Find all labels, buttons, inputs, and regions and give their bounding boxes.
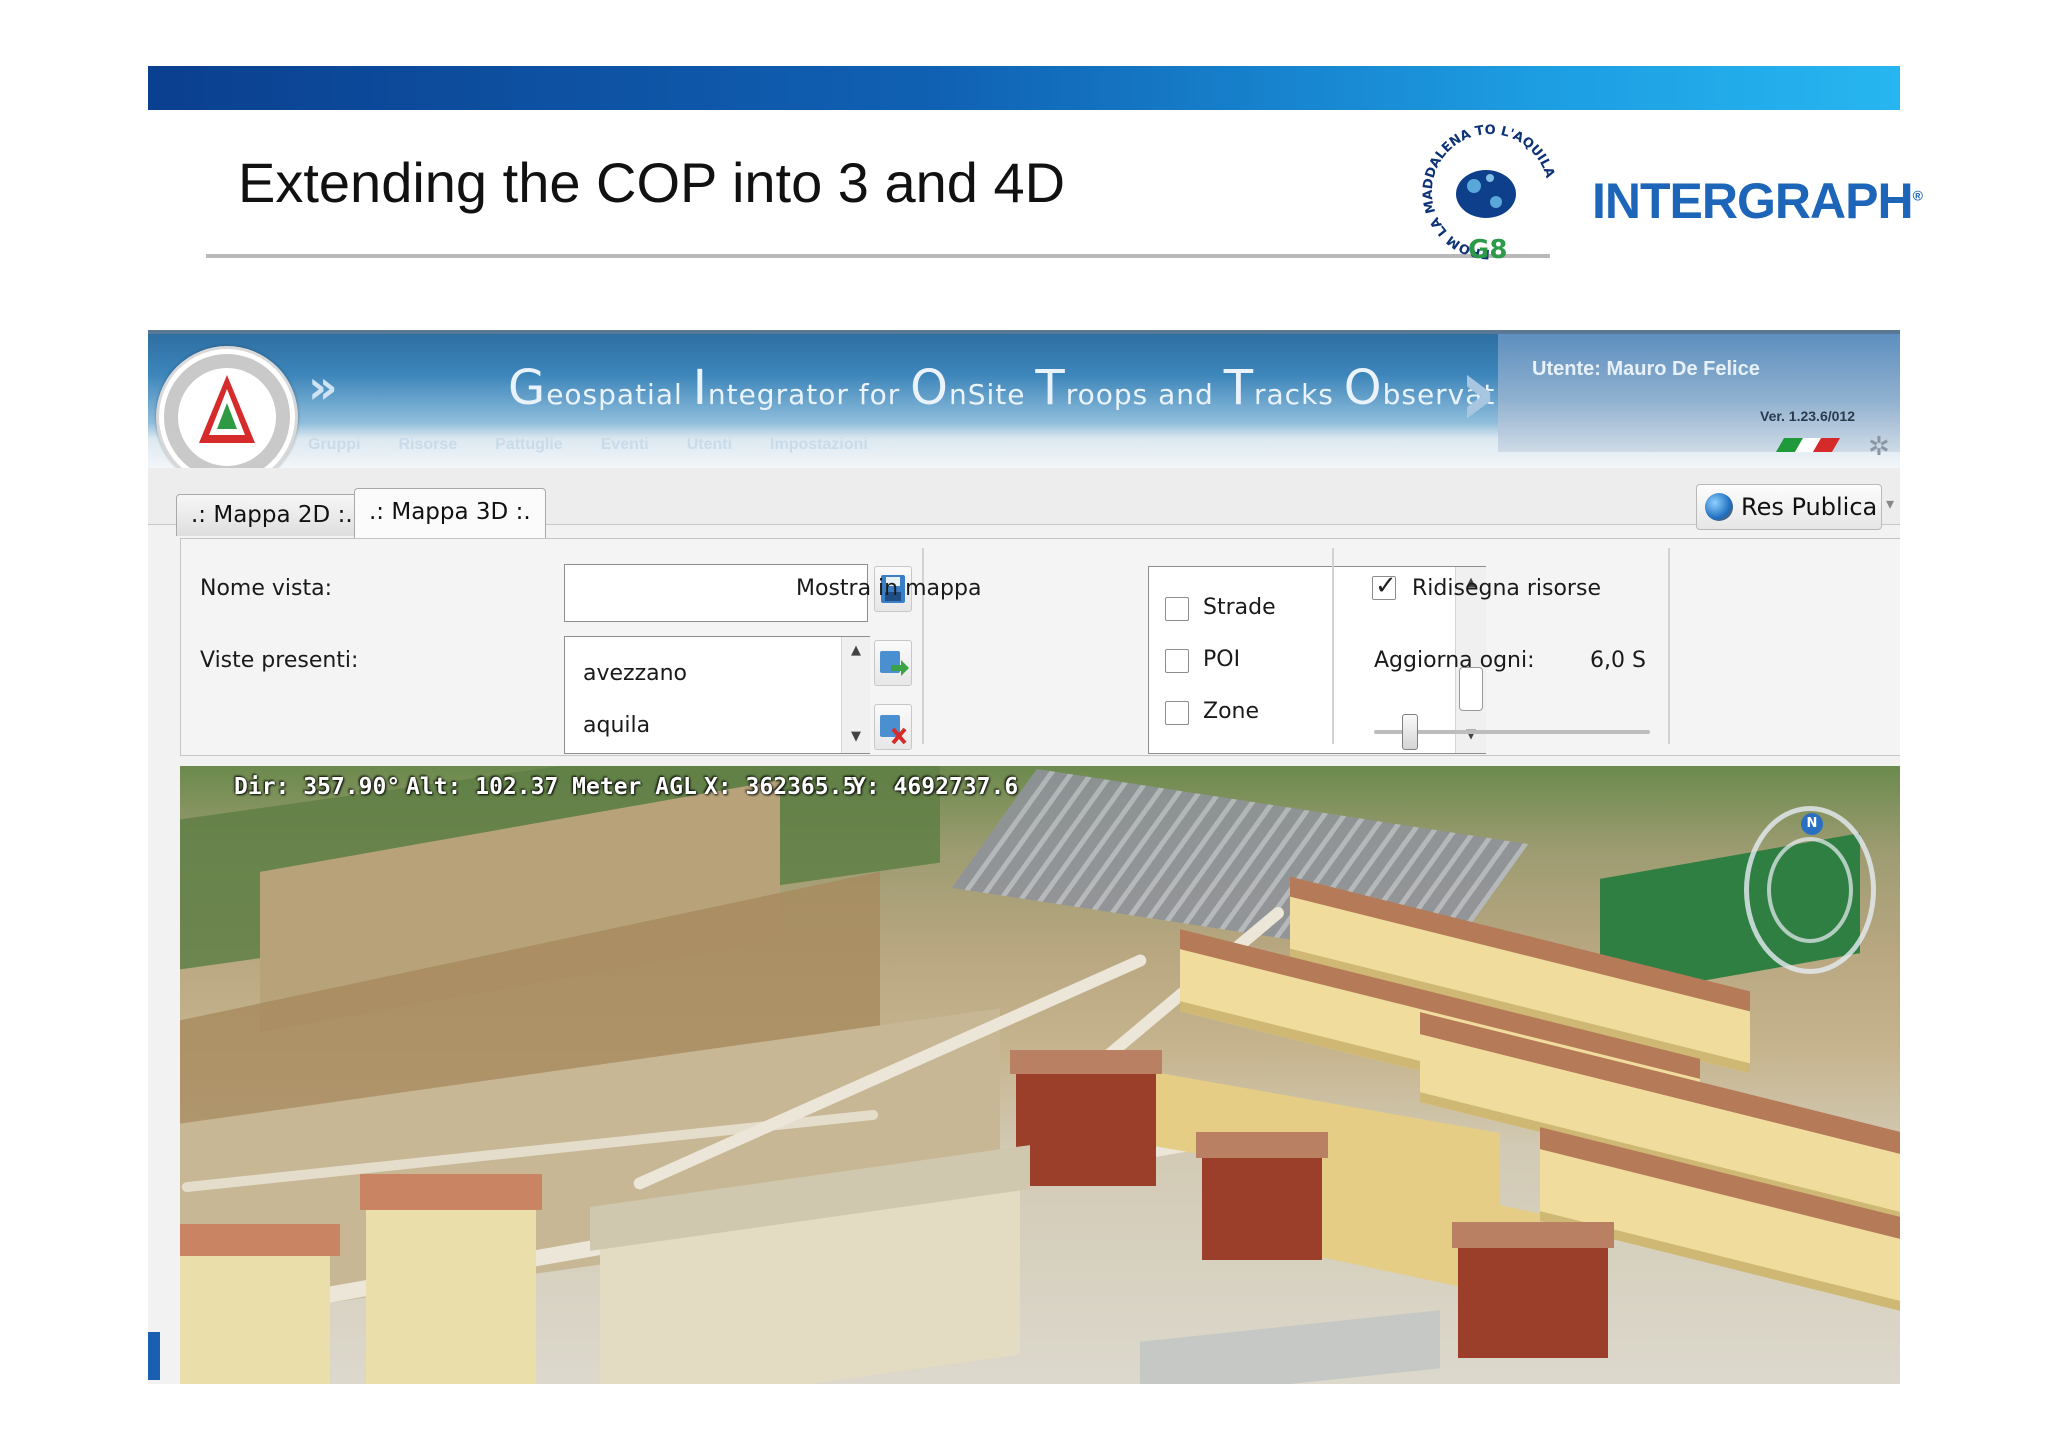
panel-separator: [1668, 548, 1670, 744]
building-roof: [180, 1224, 340, 1256]
res-publica-label: Res Publica: [1741, 493, 1878, 521]
title-cap: I: [692, 360, 708, 416]
layer-label: Zone: [1203, 699, 1260, 724]
brick-building: [1016, 1066, 1156, 1186]
viste-presenti-label: Viste presenti:: [200, 648, 359, 673]
load-view-icon: [880, 651, 909, 676]
load-view-button[interactable]: [874, 640, 912, 686]
tab-mappa-2d[interactable]: .: Mappa 2D :.: [176, 494, 368, 536]
delete-view-button[interactable]: [874, 704, 912, 750]
aggiorna-ogni-value: 6,0 S: [1590, 648, 1646, 673]
direction-readout: Dir: 357.90°: [234, 774, 401, 800]
main-menu: Gruppi Risorse Pattuglie Eventi Utenti I…: [308, 436, 868, 458]
title-cap: T: [1035, 360, 1066, 416]
apartment-building: [366, 1198, 536, 1384]
intergraph-registered-mark: ®: [1912, 187, 1923, 204]
menu-item[interactable]: Eventi: [601, 436, 649, 458]
scroll-thumb[interactable]: [1459, 667, 1483, 711]
emblem-icon: [164, 354, 290, 480]
chevron-down-icon[interactable]: ▾: [1886, 494, 1894, 513]
compass-north-icon[interactable]: N: [1801, 813, 1823, 835]
building-roof: [1196, 1132, 1328, 1158]
g8-label: G8: [1468, 235, 1507, 264]
building-roof: [1010, 1050, 1162, 1074]
slide-footer-accent: [148, 1332, 160, 1380]
ridisegna-risorse-checkbox[interactable]: ✓: [1372, 571, 1397, 601]
layer-label: POI: [1203, 647, 1241, 672]
title-cap: O: [910, 360, 949, 416]
altitude-readout: Alt: 102.37 Meter AGL: [406, 774, 697, 800]
zone-checkbox[interactable]: [1165, 701, 1189, 725]
title-rest: nSite: [948, 378, 1036, 411]
menu-item[interactable]: Gruppi: [308, 436, 360, 458]
aggiorna-slider-thumb[interactable]: [1401, 714, 1418, 750]
settings-icon[interactable]: ✲: [1868, 432, 1890, 462]
slide-title: Extending the COP into 3 and 4D: [238, 151, 1066, 214]
building-block: [1140, 1310, 1440, 1384]
mostra-in-mappa-label: Mostra in mappa: [796, 576, 982, 601]
app-title: Geospatial Integrator for OnSite Troops …: [508, 360, 1541, 416]
ridisegna-risorse-label: Ridisegna risorse: [1412, 576, 1601, 601]
panel-separator: [1332, 548, 1334, 744]
double-chevron-icon: »: [308, 360, 338, 414]
checkmark-icon: ✓: [1375, 571, 1397, 601]
viste-presenti-list[interactable]: avezzano aquila ▲ ▼: [564, 636, 870, 754]
res-publica-button[interactable]: Res Publica: [1696, 484, 1882, 530]
intergraph-logo: INTERGRAPH®: [1592, 172, 1923, 230]
tab-mappa-3d[interactable]: .: Mappa 3D :.: [354, 488, 546, 538]
brick-building: [1202, 1150, 1322, 1260]
delete-view-icon: [880, 715, 907, 745]
title-cap: T: [1223, 360, 1255, 416]
title-rest: eospatial: [546, 378, 693, 411]
italian-flag-icon: [1775, 438, 1841, 452]
compass-ring: [1767, 837, 1853, 943]
building-roof: [360, 1174, 542, 1210]
globe-icon: [1705, 493, 1733, 521]
user-name: Utente: Mauro De Felice: [1532, 358, 1760, 380]
brick-building: [1458, 1240, 1608, 1358]
title-rest: ntegrator for: [707, 378, 911, 411]
poi-checkbox[interactable]: [1165, 649, 1189, 673]
version-label: Ver. 1.23.6/012: [1760, 408, 1855, 424]
user-panel: [1498, 334, 1900, 452]
menu-item[interactable]: Utenti: [687, 436, 732, 458]
slide-header-bar: [148, 66, 1900, 110]
x-coordinate-readout: X: 362365.5: [704, 774, 857, 800]
title-rest: roops and: [1065, 378, 1224, 411]
list-item[interactable]: aquila: [583, 713, 650, 738]
g8-summit-logo: FROM LA MADDALENA TO L'AQUILA G8: [1421, 123, 1557, 264]
building-roof: [1452, 1222, 1614, 1248]
protezione-civile-emblem: [156, 346, 298, 488]
map-3d-view[interactable]: Dir: 357.90° Alt: 102.37 Meter AGL X: 36…: [180, 766, 1900, 1384]
scroll-up-icon[interactable]: ▲: [844, 643, 868, 658]
list-item[interactable]: avezzano: [583, 661, 687, 686]
aggiorna-ogni-label: Aggiorna ogni:: [1374, 648, 1535, 673]
intergraph-wordmark: INTERGRAPH: [1592, 173, 1914, 229]
view-control-panel: [180, 538, 1900, 756]
scroll-down-icon[interactable]: ▼: [844, 729, 868, 744]
apartment-building: [180, 1246, 330, 1384]
y-coordinate-readout: Y: 4692737.6: [852, 774, 1019, 800]
layer-label: Strade: [1203, 595, 1276, 620]
nome-vista-label: Nome vista:: [200, 576, 332, 601]
viste-scrollbar[interactable]: ▲ ▼: [841, 637, 870, 753]
compass-navigation[interactable]: N: [1744, 806, 1876, 974]
title-rest: racks: [1254, 378, 1344, 411]
title-cap: G: [508, 360, 547, 416]
title-cap: O: [1343, 360, 1383, 416]
gioto-application-window: » Geospatial Integrator for OnSite Troop…: [148, 330, 1900, 1384]
menu-item[interactable]: Pattuglie: [495, 436, 563, 458]
menu-item[interactable]: Risorse: [398, 436, 457, 458]
title-divider: [206, 254, 1550, 258]
menu-item[interactable]: Impostazioni: [770, 436, 868, 458]
chevron-right-icon: ›: [1458, 336, 1498, 448]
strade-checkbox[interactable]: [1165, 597, 1189, 621]
